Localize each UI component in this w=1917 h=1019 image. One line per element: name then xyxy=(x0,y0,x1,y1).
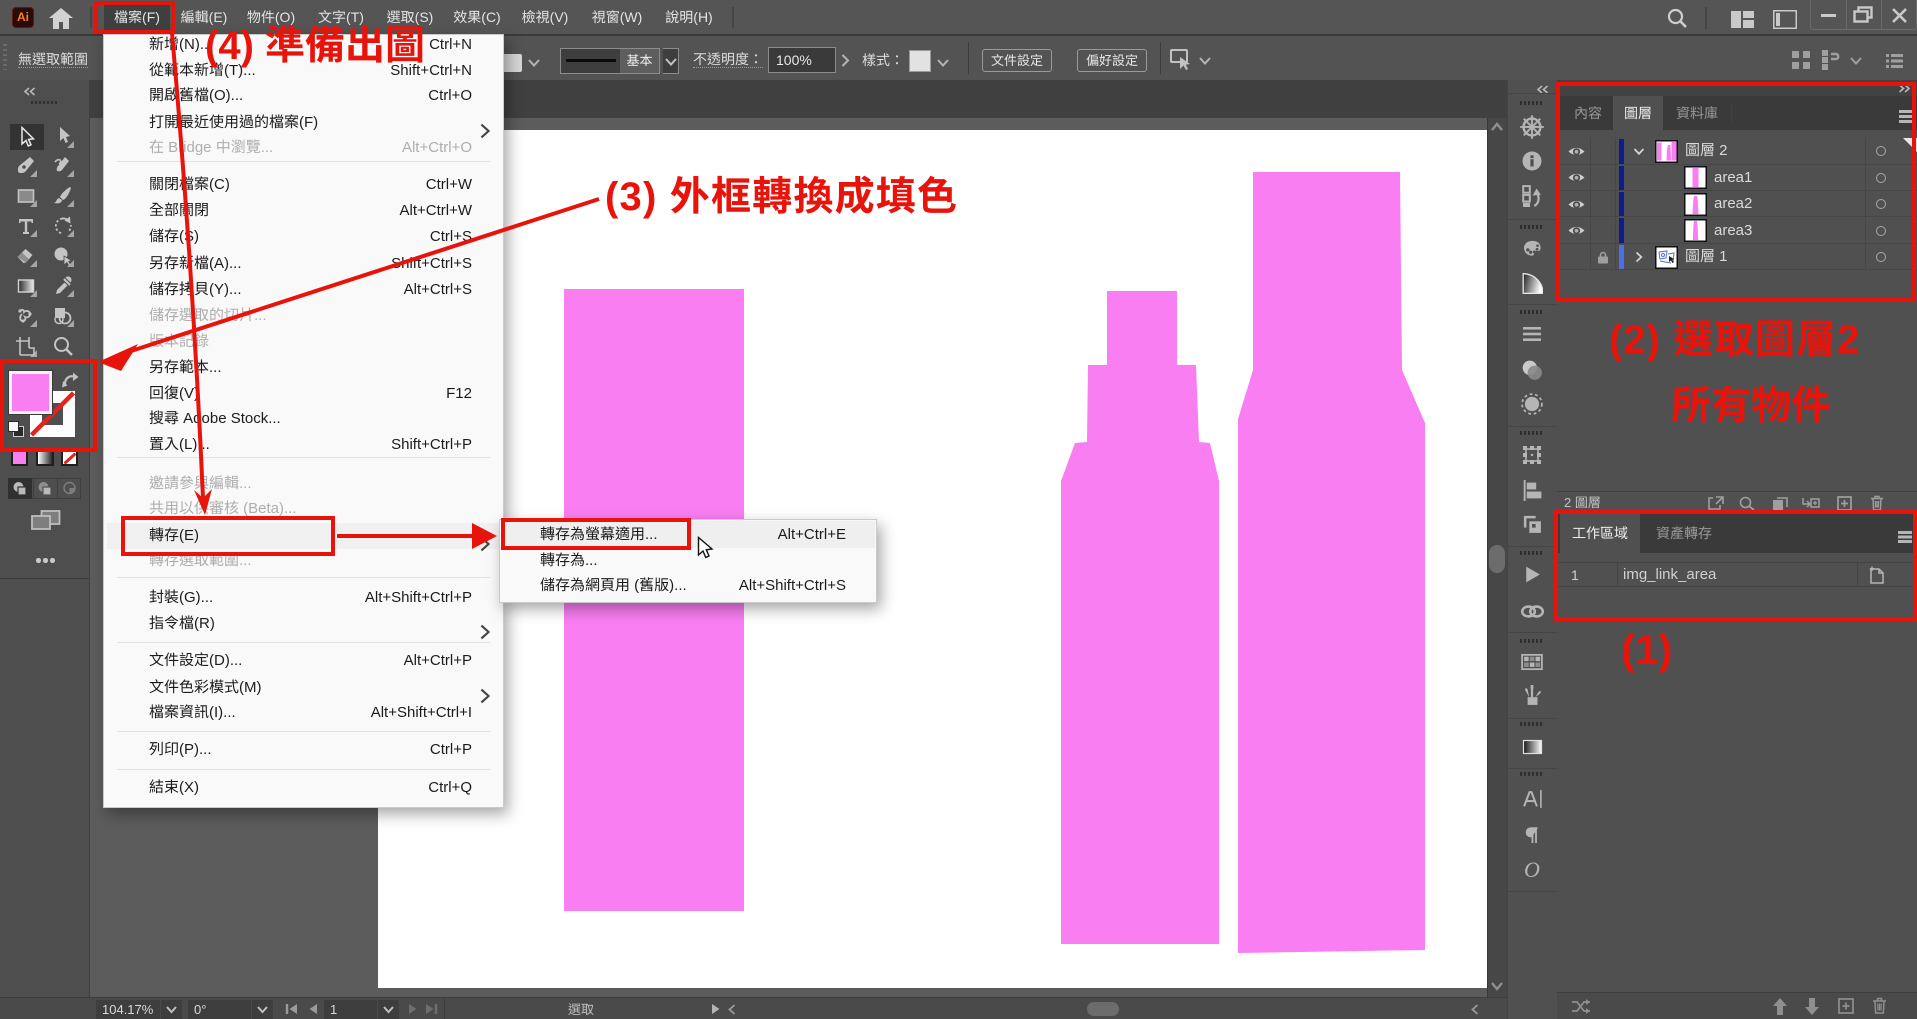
svg-text:O: O xyxy=(1524,859,1540,881)
